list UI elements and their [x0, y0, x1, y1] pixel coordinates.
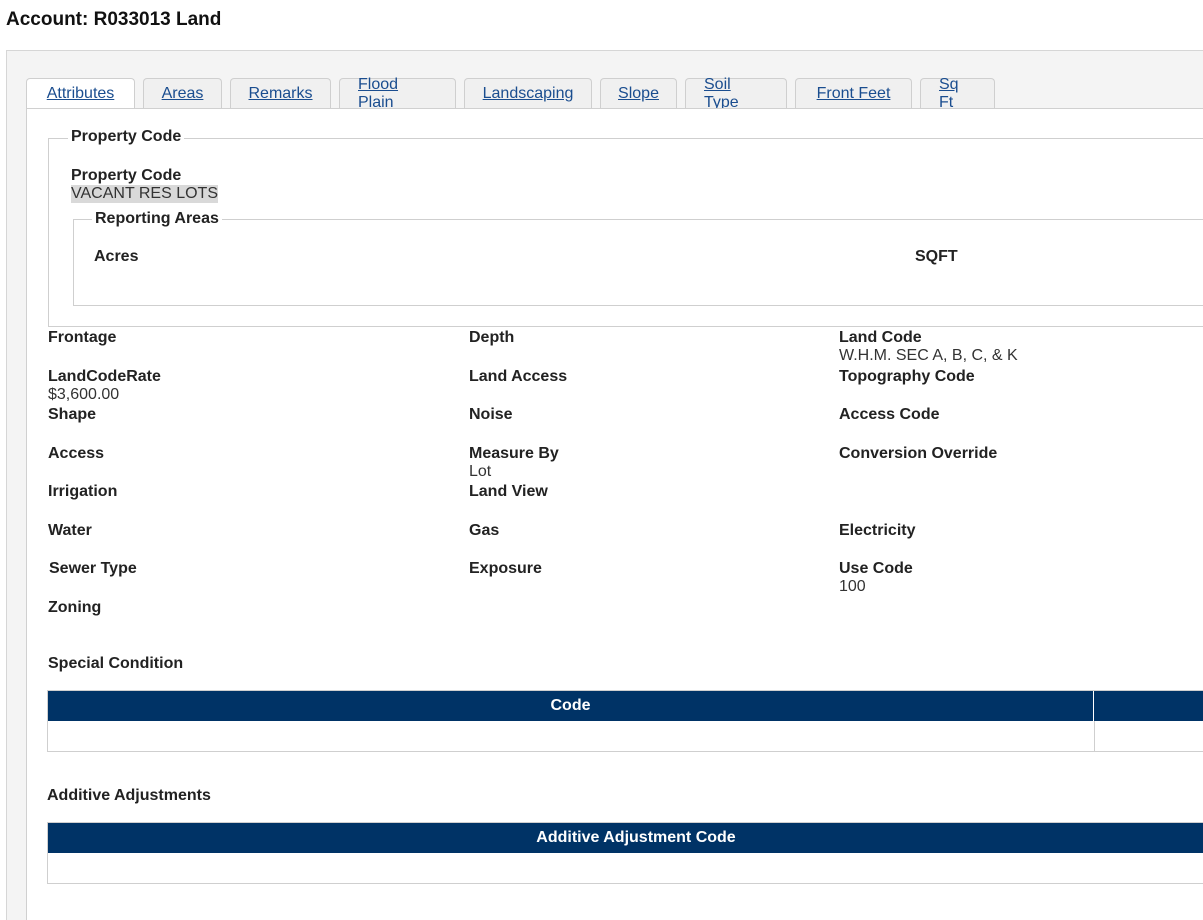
special-condition-heading: Special Condition — [48, 655, 184, 672]
property-code-label: Property Code — [71, 167, 182, 184]
additive-adjustments-empty-row — [48, 853, 1203, 883]
measure-by-label: Measure By — [469, 445, 559, 462]
zoning-label: Zoning — [48, 599, 102, 616]
land-code-value: W.H.M. SEC A, B, C, & K — [839, 347, 1018, 364]
use-code-value: 100 — [839, 578, 866, 595]
page-title: Account: R033013 Land — [6, 9, 222, 30]
measure-by-value: Lot — [469, 463, 492, 480]
reporting-areas-group — [73, 219, 1203, 306]
special-condition-empty-row — [48, 721, 1203, 751]
tab-remarks[interactable]: Remarks — [230, 78, 331, 108]
tab-flood-plain[interactable]: Flood Plain — [339, 76, 456, 111]
land-code-rate-label: LandCodeRate — [48, 368, 161, 385]
special-condition-column-header-2[interactable] — [1094, 691, 1203, 721]
frontage-label: Frontage — [48, 329, 117, 346]
tab-attributes[interactable]: Attributes — [26, 78, 135, 109]
property-code-legend: Property Code — [68, 128, 185, 146]
access-label: Access — [48, 445, 105, 462]
access-code-label: Access Code — [839, 406, 940, 423]
additive-adjustment-code-column-header[interactable]: Additive Adjustment Code — [48, 823, 1203, 853]
special-condition-header-row: Code — [48, 691, 1203, 721]
topography-code-label: Topography Code — [839, 368, 975, 385]
use-code-label: Use Code — [839, 560, 913, 577]
tab-slope[interactable]: Slope — [600, 78, 677, 108]
land-view-label: Land View — [469, 483, 548, 500]
depth-label: Depth — [469, 329, 515, 346]
irrigation-label: Irrigation — [48, 483, 118, 500]
gas-label: Gas — [469, 522, 500, 539]
special-condition-cell — [48, 721, 1095, 751]
property-code-value: VACANT RES LOTS — [71, 185, 218, 203]
land-code-label: Land Code — [839, 329, 922, 346]
electricity-label: Electricity — [839, 522, 916, 539]
sqft-label: SQFT — [915, 248, 958, 265]
land-code-rate-value: $3,600.00 — [48, 386, 120, 403]
code-column-header[interactable]: Code — [48, 691, 1094, 721]
acres-label: Acres — [94, 248, 139, 265]
tab-landscaping[interactable]: Landscaping — [464, 78, 592, 108]
noise-label: Noise — [469, 406, 513, 423]
tab-areas[interactable]: Areas — [143, 78, 222, 108]
sewer-type-label: Sewer Type — [49, 560, 137, 577]
special-condition-cell-2 — [1095, 721, 1203, 751]
special-condition-table: Code — [47, 690, 1203, 752]
additive-adjustments-heading: Additive Adjustments — [47, 787, 211, 804]
water-label: Water — [48, 522, 92, 539]
tab-bar: Attributes Areas Remarks Flood Plain Lan… — [26, 76, 1003, 111]
conversion-override-label: Conversion Override — [839, 445, 998, 462]
additive-adjustments-table: Additive Adjustment Code — [47, 822, 1203, 884]
land-access-label: Land Access — [469, 368, 568, 385]
reporting-areas-legend: Reporting Areas — [92, 210, 222, 228]
tab-soil-type[interactable]: Soil Type — [685, 76, 787, 111]
tab-front-feet[interactable]: Front Feet — [795, 78, 912, 108]
tab-sq-ft[interactable]: Sq Ft — [920, 76, 995, 111]
shape-label: Shape — [48, 406, 97, 423]
exposure-label: Exposure — [469, 560, 542, 577]
